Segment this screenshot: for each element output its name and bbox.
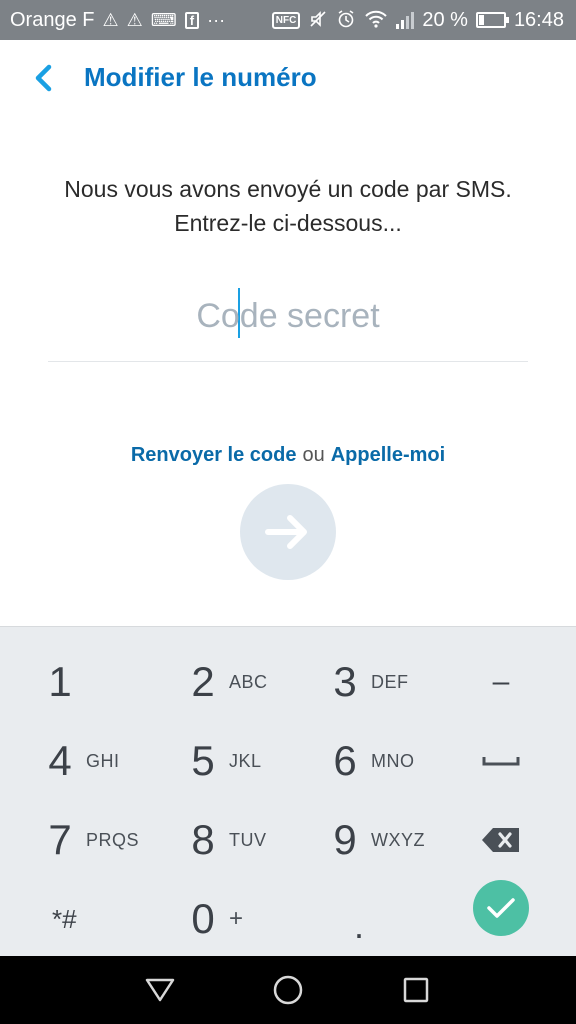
key-1[interactable]: 1 <box>40 643 80 721</box>
key-digit: 1 <box>48 658 72 705</box>
key-letters: WXYZ <box>371 829 425 850</box>
key-space[interactable] <box>481 722 521 800</box>
page-title: Modifier le numéro <box>84 62 317 92</box>
call-me-link[interactable]: Appelle-moi <box>331 444 445 466</box>
battery-icon <box>475 12 509 28</box>
key-letters: MNO <box>371 750 415 771</box>
warning-icon: ⚠ <box>102 10 119 30</box>
key-2[interactable]: 2 ABC <box>183 643 268 721</box>
key-digit: 6 <box>333 737 357 784</box>
key-0[interactable]: 0 + <box>183 880 244 958</box>
warning-icon: ⚠ <box>126 10 143 30</box>
status-bar: Orange F ⚠ ⚠ ⌨ f ··· NFC 20 % 16:48 <box>0 0 576 40</box>
key-letters: ABC <box>229 671 268 692</box>
key-6[interactable]: 6 MNO <box>325 722 415 800</box>
navigation-bar <box>0 956 576 1024</box>
status-bar-right: NFC 20 % 16:48 <box>271 0 564 40</box>
key-letters: + <box>229 905 244 932</box>
keyboard-icon: ⌨ <box>150 10 177 30</box>
code-field <box>48 288 528 362</box>
carrier-name: Orange F <box>10 8 95 31</box>
space-icon <box>482 757 520 766</box>
key-digit: . <box>353 905 364 946</box>
key-digit: 0 <box>191 895 215 942</box>
battery-percentage: 20 % <box>422 8 468 31</box>
wifi-icon <box>364 9 388 32</box>
key-9[interactable]: 9 WXYZ <box>325 801 425 879</box>
check-icon <box>487 898 515 918</box>
nfc-icon: NFC <box>271 11 301 29</box>
key-digit: 3 <box>333 658 357 705</box>
clock: 16:48 <box>513 8 564 31</box>
circle-home-icon <box>273 975 303 1005</box>
alarm-icon <box>336 9 356 32</box>
key-letters: TUV <box>229 829 267 850</box>
instructions-line-1: Nous vous avons envoyé un code par SMS. <box>64 176 512 202</box>
key-3[interactable]: 3 DEF <box>325 643 409 721</box>
signal-icon <box>396 11 415 29</box>
key-letters: JKL <box>229 750 262 771</box>
status-bar-left: Orange F ⚠ ⚠ ⌨ f ··· <box>10 0 225 40</box>
instructions-text: Nous vous avons envoyé un code par SMS. … <box>0 172 576 240</box>
nav-home-button[interactable] <box>271 973 305 1007</box>
back-button[interactable] <box>24 58 64 98</box>
chevron-left-icon <box>35 64 52 92</box>
key-digit: *# <box>52 903 77 934</box>
resend-code-link[interactable]: Renvoyer le code <box>131 444 297 466</box>
key-star-hash[interactable]: *# <box>52 880 77 958</box>
more-icon: ··· <box>207 10 226 30</box>
key-letters: PRQS <box>86 829 140 850</box>
facebook-icon: f <box>184 11 200 29</box>
app-header: Modifier le numéro <box>0 40 576 114</box>
arrow-right-icon <box>265 515 307 549</box>
key-dot[interactable]: . <box>339 880 379 958</box>
next-button[interactable] <box>240 484 336 580</box>
mute-icon <box>308 9 328 32</box>
key-digit: 7 <box>48 816 72 863</box>
dash-icon: – <box>492 665 510 698</box>
nav-back-button[interactable] <box>143 973 177 1007</box>
square-recents-icon <box>403 977 429 1003</box>
backspace-icon <box>482 828 519 852</box>
key-8[interactable]: 8 TUV <box>183 801 267 879</box>
key-letters: DEF <box>371 671 409 692</box>
key-digit: 8 <box>191 816 215 863</box>
key-5[interactable]: 5 JKL <box>183 722 262 800</box>
key-7[interactable]: 7 PRQS <box>40 801 139 879</box>
key-digit: 5 <box>191 737 215 784</box>
key-digit: 2 <box>191 658 215 705</box>
resend-options: Renvoyer le code ou Appelle-moi <box>0 444 576 467</box>
instructions-line-2: Entrez-le ci-dessous... <box>174 210 402 236</box>
done-button[interactable] <box>473 880 529 936</box>
or-separator: ou <box>302 444 325 466</box>
key-digit: 4 <box>48 737 72 784</box>
key-dash[interactable]: – <box>481 643 521 721</box>
key-letters: GHI <box>86 750 120 771</box>
key-backspace[interactable] <box>481 801 521 879</box>
triangle-back-icon <box>145 978 175 1002</box>
key-digit: 9 <box>333 816 357 863</box>
secret-code-input[interactable] <box>48 288 528 344</box>
nav-recents-button[interactable] <box>399 973 433 1007</box>
key-4[interactable]: 4 GHI <box>40 722 120 800</box>
